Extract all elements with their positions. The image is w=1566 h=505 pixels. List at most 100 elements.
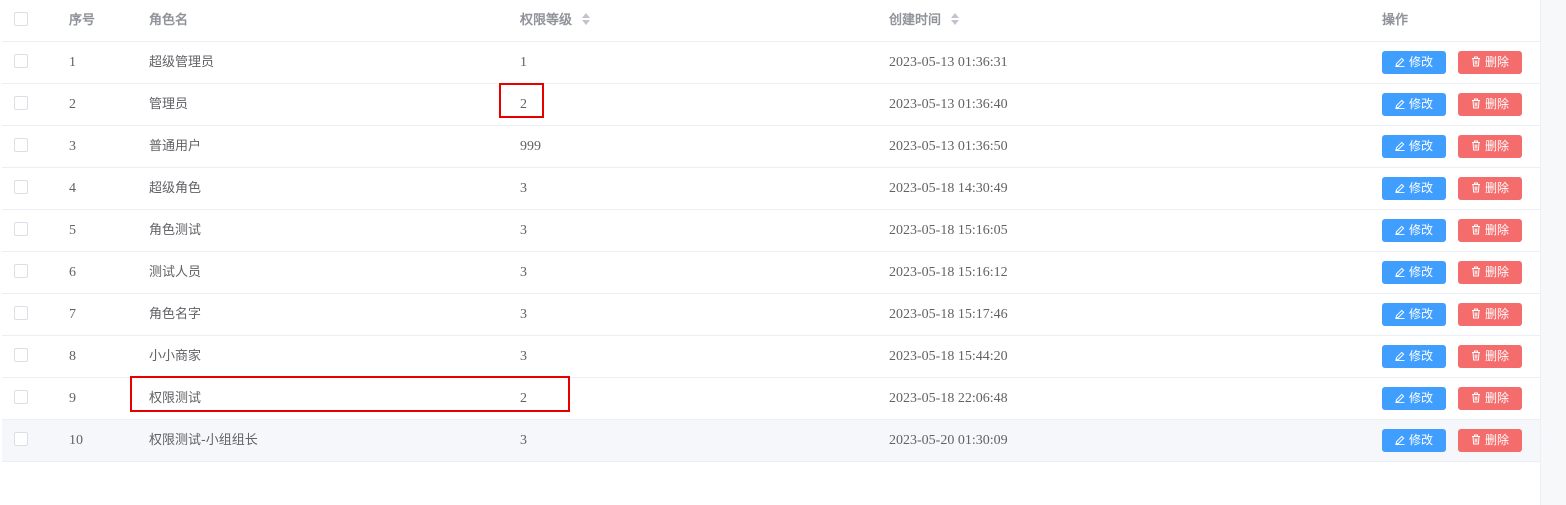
row-level: 3	[520, 265, 527, 280]
row-created: 2023-05-18 22:06:48	[889, 391, 1008, 406]
row-level: 3	[520, 223, 527, 238]
edit-button[interactable]: 修改	[1382, 93, 1446, 116]
row-checkbox-cell[interactable]	[14, 126, 28, 167]
trash-icon	[1471, 433, 1485, 447]
header-level[interactable]: 权限等级	[520, 0, 590, 41]
edit-button-label: 修改	[1408, 307, 1433, 321]
edit-button[interactable]: 修改	[1382, 345, 1446, 368]
trash-icon	[1471, 55, 1485, 69]
row-checkbox[interactable]	[14, 96, 28, 110]
delete-button[interactable]: 删除	[1458, 429, 1522, 452]
trash-icon	[1471, 349, 1485, 363]
table-header: 序号 角色名 权限等级 创建时间 操作	[2, 0, 1540, 42]
row-checkbox-cell[interactable]	[14, 252, 28, 293]
row-created: 2023-05-20 01:30:09	[889, 433, 1008, 448]
trash-icon	[1471, 97, 1485, 111]
delete-button[interactable]: 删除	[1458, 93, 1522, 116]
delete-button-label: 删除	[1484, 139, 1509, 153]
row-created: 2023-05-18 15:16:12	[889, 265, 1008, 280]
row-created: 2023-05-18 15:17:46	[889, 307, 1008, 322]
edit-icon	[1395, 307, 1409, 321]
trash-icon	[1471, 139, 1485, 153]
delete-button[interactable]: 删除	[1458, 387, 1522, 410]
delete-button[interactable]: 删除	[1458, 345, 1522, 368]
row-created: 2023-05-13 01:36:50	[889, 139, 1008, 154]
header-created-label: 创建时间	[889, 13, 942, 28]
row-checkbox[interactable]	[14, 180, 28, 194]
row-level: 3	[520, 349, 527, 364]
edit-icon	[1395, 223, 1409, 237]
edit-icon	[1395, 433, 1409, 447]
scroll-area[interactable]	[1540, 0, 1566, 505]
row-checkbox-cell[interactable]	[14, 420, 28, 461]
row-name: 普通用户	[149, 139, 202, 154]
delete-button-label: 删除	[1484, 433, 1509, 447]
trash-icon	[1471, 265, 1485, 279]
header-level-label: 权限等级	[520, 13, 573, 28]
row-level: 3	[520, 307, 527, 322]
row-index: 6	[69, 265, 76, 280]
row-name: 超级角色	[149, 181, 202, 196]
row-name: 管理员	[149, 97, 189, 112]
delete-button-label: 删除	[1484, 265, 1509, 279]
edit-button[interactable]: 修改	[1382, 261, 1446, 284]
delete-button[interactable]: 删除	[1458, 219, 1522, 242]
edit-button[interactable]: 修改	[1382, 429, 1446, 452]
delete-button[interactable]: 删除	[1458, 177, 1522, 200]
trash-icon	[1471, 391, 1485, 405]
edit-button[interactable]: 修改	[1382, 303, 1446, 326]
delete-button-label: 删除	[1484, 349, 1509, 363]
row-checkbox-cell[interactable]	[14, 336, 28, 377]
row-checkbox-cell[interactable]	[14, 378, 28, 419]
edit-button[interactable]: 修改	[1382, 177, 1446, 200]
row-created: 2023-05-13 01:36:40	[889, 97, 1008, 112]
row-index: 8	[69, 349, 76, 364]
delete-button[interactable]: 删除	[1458, 261, 1522, 284]
header-created[interactable]: 创建时间	[889, 0, 959, 41]
edit-button-label: 修改	[1408, 433, 1433, 447]
delete-button[interactable]: 删除	[1458, 135, 1522, 158]
delete-button-label: 删除	[1484, 97, 1509, 111]
table-row: 5 角色测试 3 2023-05-18 15:16:05 修改 删除	[2, 210, 1540, 252]
row-checkbox-cell[interactable]	[14, 42, 28, 83]
row-checkbox[interactable]	[14, 138, 28, 152]
table-row: 8 小小商家 3 2023-05-18 15:44:20 修改 删除	[2, 336, 1540, 378]
row-checkbox[interactable]	[14, 432, 28, 446]
row-checkbox-cell[interactable]	[14, 294, 28, 335]
trash-icon	[1471, 307, 1485, 321]
row-checkbox-cell[interactable]	[14, 168, 28, 209]
sort-caret-icon[interactable]	[581, 13, 590, 25]
row-index: 2	[69, 97, 76, 112]
delete-button[interactable]: 删除	[1458, 51, 1522, 74]
header-name: 角色名	[149, 13, 189, 28]
row-checkbox[interactable]	[14, 54, 28, 68]
sort-caret-icon[interactable]	[950, 13, 959, 25]
row-checkbox[interactable]	[14, 348, 28, 362]
edit-button[interactable]: 修改	[1382, 387, 1446, 410]
table-row: 9 权限测试 2 2023-05-18 22:06:48 修改 删除	[2, 378, 1540, 420]
edit-button-label: 修改	[1408, 55, 1433, 69]
roles-table: 序号 角色名 权限等级 创建时间 操作 1 超级管理员 1 2023-05-13 01…	[2, 0, 1540, 462]
row-checkbox[interactable]	[14, 222, 28, 236]
select-all-checkbox[interactable]	[14, 12, 28, 26]
edit-icon	[1395, 181, 1409, 195]
row-checkbox[interactable]	[14, 264, 28, 278]
row-name: 权限测试-小组组长	[149, 433, 258, 448]
row-checkbox[interactable]	[14, 390, 28, 404]
row-checkbox[interactable]	[14, 306, 28, 320]
row-checkbox-cell[interactable]	[14, 84, 28, 125]
row-checkbox-cell[interactable]	[14, 210, 28, 251]
table-row: 4 超级角色 3 2023-05-18 14:30:49 修改 删除	[2, 168, 1540, 210]
edit-button[interactable]: 修改	[1382, 51, 1446, 74]
select-all-checkbox-cell[interactable]	[14, 0, 28, 41]
row-index: 7	[69, 307, 76, 322]
row-index: 5	[69, 223, 76, 238]
delete-button-label: 删除	[1484, 391, 1509, 405]
delete-button[interactable]: 删除	[1458, 303, 1522, 326]
edit-button[interactable]: 修改	[1382, 135, 1446, 158]
row-name: 测试人员	[149, 265, 202, 280]
edit-button[interactable]: 修改	[1382, 219, 1446, 242]
row-name: 超级管理员	[149, 55, 215, 70]
row-created: 2023-05-18 15:16:05	[889, 223, 1008, 238]
table-row: 3 普通用户 999 2023-05-13 01:36:50 修改 删除	[2, 126, 1540, 168]
